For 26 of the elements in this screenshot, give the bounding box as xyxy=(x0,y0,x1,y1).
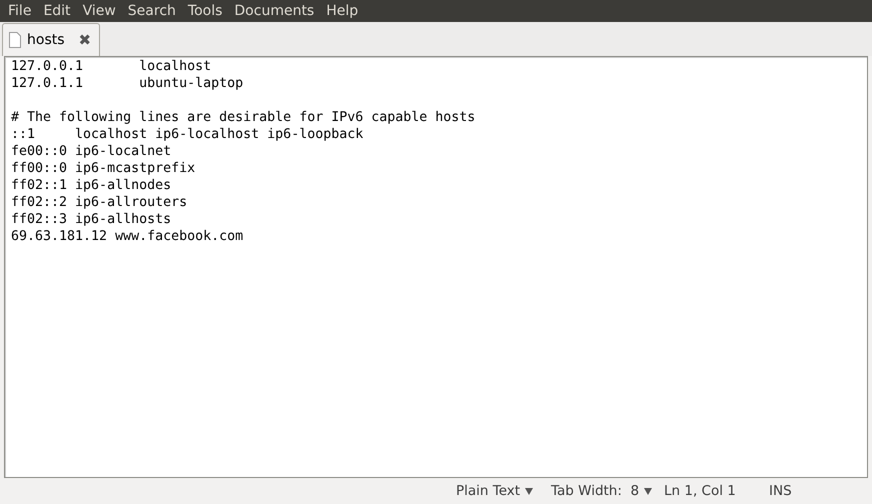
code-line: 127.0.1.1 ubuntu-laptop xyxy=(11,75,244,92)
document-icon xyxy=(9,32,21,48)
menu-item[interactable]: Help xyxy=(320,3,364,19)
code-line: ::1 localhost ip6-localhost ip6-loopback xyxy=(11,126,364,143)
code-line: fe00::0 ip6-localnet xyxy=(11,143,172,160)
code-line: # The following lines are desirable for IPv6 capable hosts xyxy=(11,109,476,126)
code-line: 127.0.0.1 localhost xyxy=(11,58,212,75)
file-tab[interactable]: hosts ✖ xyxy=(2,23,100,56)
code-line: ff02::2 ip6-allrouters xyxy=(11,194,188,211)
dropdown-icon[interactable] xyxy=(525,488,534,494)
language-selector[interactable]: Plain Text xyxy=(456,483,520,499)
code-line: ff02::1 ip6-allnodes xyxy=(11,177,172,194)
menu-item[interactable]: Search xyxy=(122,3,182,19)
menu-item[interactable]: Edit xyxy=(37,3,77,19)
dropdown-icon[interactable] xyxy=(644,488,652,494)
insert-mode: INS xyxy=(769,483,792,499)
code-line: ff00::0 ip6-mcastprefix xyxy=(11,160,196,177)
menu-item[interactable]: Documents xyxy=(228,3,320,19)
code-line: 69.63.181.12 www.facebook.com xyxy=(11,228,244,245)
close-icon[interactable]: ✖ xyxy=(78,31,92,49)
menu-item[interactable]: File xyxy=(2,3,38,19)
menu-item[interactable]: Tools xyxy=(182,3,228,19)
cursor-position: Ln 1, Col 1 xyxy=(664,483,736,499)
code-line: ff02::3 ip6-allhosts xyxy=(11,211,172,228)
tab-width-selector[interactable]: Tab Width: 8 xyxy=(551,483,640,499)
menu-item[interactable]: View xyxy=(76,3,122,19)
